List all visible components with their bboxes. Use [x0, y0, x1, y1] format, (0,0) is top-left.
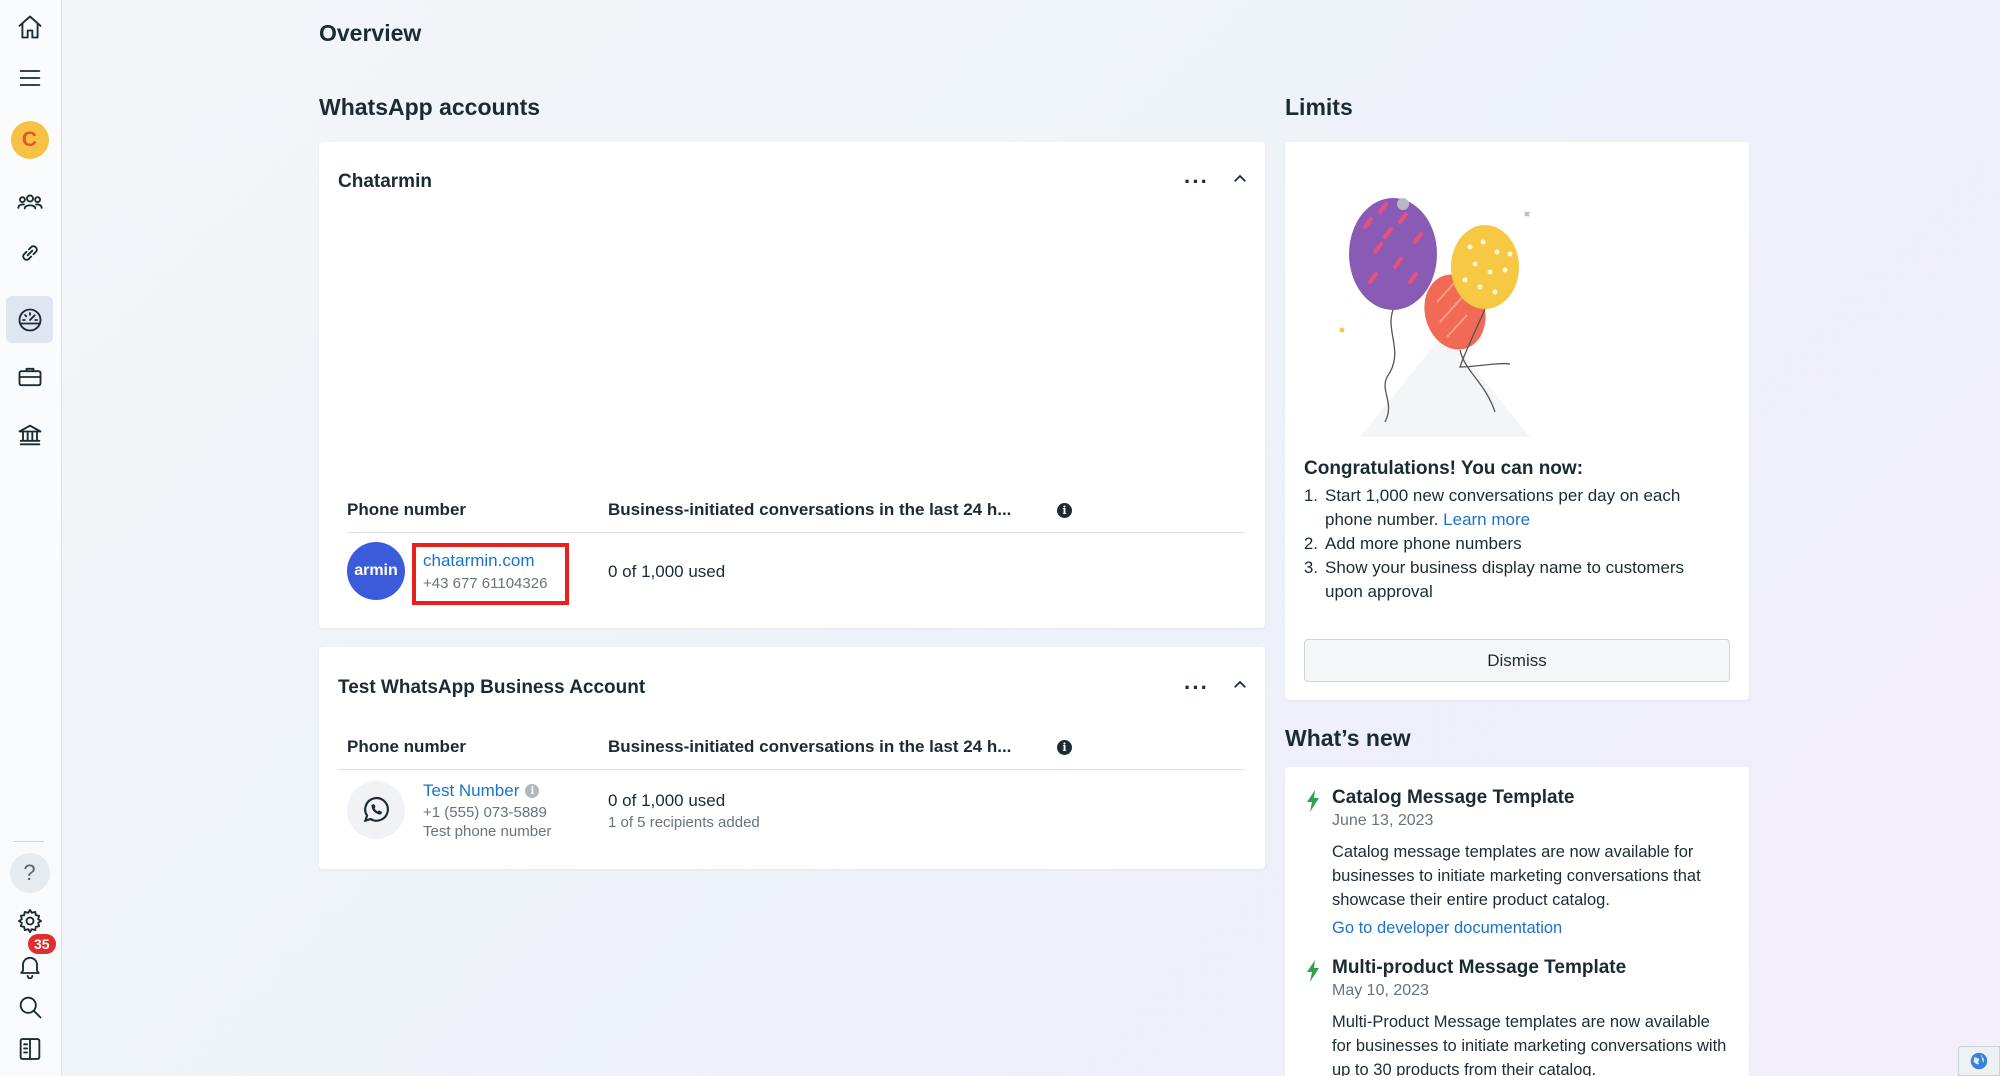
panel-toggle-icon[interactable] [6, 1025, 53, 1072]
usage-text: 0 of 1,000 used [608, 562, 726, 581]
whats-new-card: Catalog Message Template June 13, 2023 C… [1285, 767, 1749, 1076]
balloons-illustration [1339, 198, 1530, 437]
usage-text: 0 of 1,000 used [608, 791, 726, 810]
collapse-chevron-icon[interactable] [1231, 170, 1249, 193]
phone-number: +1 (555) 073-5889 [423, 804, 547, 821]
account-name: Test WhatsApp Business Account [338, 677, 646, 698]
news-date: June 13, 2023 [1332, 812, 1434, 829]
column-phone-number: Phone number [347, 737, 467, 756]
list-item: 1. Start 1,000 new conversations per day… [1303, 486, 1681, 529]
help-button[interactable]: ? [6, 849, 53, 896]
sidebar-divider [14, 841, 44, 842]
page-title: Overview [319, 20, 422, 46]
info-icon[interactable]: i [1057, 503, 1072, 518]
column-conversations: Business-initiated conversations in the … [608, 737, 1012, 756]
news-date: May 10, 2023 [1332, 982, 1429, 999]
list-item: 2. Add more phone numbers [1303, 534, 1522, 553]
account-card-test: Test WhatsApp Business Account ··· Phone… [319, 647, 1265, 869]
news-body: Catalog message templates are now availa… [1332, 843, 1701, 909]
developer-docs-link[interactable]: Go to developer documentation [1332, 919, 1732, 938]
search-icon[interactable] [6, 983, 53, 1030]
whatsapp-icon [347, 781, 405, 839]
phone-note: Test phone number [423, 823, 552, 840]
highlight-box [412, 543, 569, 605]
column-conversations: Business-initiated conversations in the … [608, 500, 1012, 519]
news-item: Multi-product Message Template May 10, 2… [1332, 957, 1732, 1076]
news-title: Multi-product Message Template [1332, 957, 1627, 978]
table-divider [338, 769, 1245, 770]
news-body: Multi-Product Message templates are now … [1332, 1013, 1727, 1076]
usage-cell: 0 of 1,000 used 1 of 5 recipients added [608, 791, 760, 831]
notification-badge: 35 [28, 934, 56, 954]
table-divider [347, 532, 1245, 533]
account-avatar[interactable]: C [6, 116, 53, 163]
limits-title: Limits [1285, 94, 1353, 120]
avatar-text: armin [354, 562, 398, 579]
notifications-button[interactable]: 35 [6, 934, 56, 989]
column-phone-number: Phone number [347, 500, 467, 519]
dashboard-icon[interactable] [6, 296, 53, 343]
table-row: Test Number i +1 (555) 073-5889 Test pho… [423, 781, 551, 840]
limits-card: Congratulations! You can now: 1. Start 1… [1285, 142, 1749, 700]
help-icon: ? [9, 852, 50, 893]
sidebar: C ? 35 [0, 0, 62, 1076]
avatar: armin [347, 542, 405, 600]
news-item: Catalog Message Template June 13, 2023 C… [1332, 787, 1732, 938]
more-options-icon[interactable]: ··· [1184, 170, 1209, 192]
people-icon[interactable] [6, 178, 53, 225]
account-name: Chatarmin [338, 171, 432, 192]
info-icon[interactable]: i [525, 784, 540, 798]
info-icon[interactable]: i [1057, 740, 1072, 755]
link-icon[interactable] [6, 229, 53, 276]
globe-icon[interactable] [1958, 1046, 2000, 1076]
list-item: 3. Show your business display name to cu… [1303, 558, 1685, 601]
more-options-icon[interactable]: ··· [1184, 676, 1209, 698]
whatsapp-accounts-title: WhatsApp accounts [319, 94, 541, 120]
limits-list: 1. Start 1,000 new conversations per day… [1299, 484, 1719, 604]
avatar: C [10, 120, 49, 159]
menu-icon[interactable] [6, 54, 53, 101]
collapse-chevron-icon[interactable] [1231, 676, 1249, 699]
whats-new-title: What’s new [1285, 725, 1411, 751]
news-title: Catalog Message Template [1332, 787, 1575, 808]
dismiss-button[interactable]: Dismiss [1304, 639, 1730, 682]
bolt-icon [1307, 960, 1319, 982]
learn-more-link[interactable]: Learn more [1443, 510, 1530, 529]
bank-icon[interactable] [6, 411, 53, 458]
bell-icon [19, 956, 40, 979]
recipients-text: 1 of 5 recipients added [608, 814, 760, 831]
bolt-icon [1307, 790, 1319, 812]
display-name-link[interactable]: Test Number [423, 781, 519, 801]
home-icon[interactable] [6, 3, 53, 50]
account-card-chatarmin: Chatarmin ··· Phone number Business-init… [319, 142, 1265, 628]
briefcase-icon[interactable] [6, 353, 53, 400]
limits-heading: Congratulations! You can now: [1304, 458, 1584, 479]
